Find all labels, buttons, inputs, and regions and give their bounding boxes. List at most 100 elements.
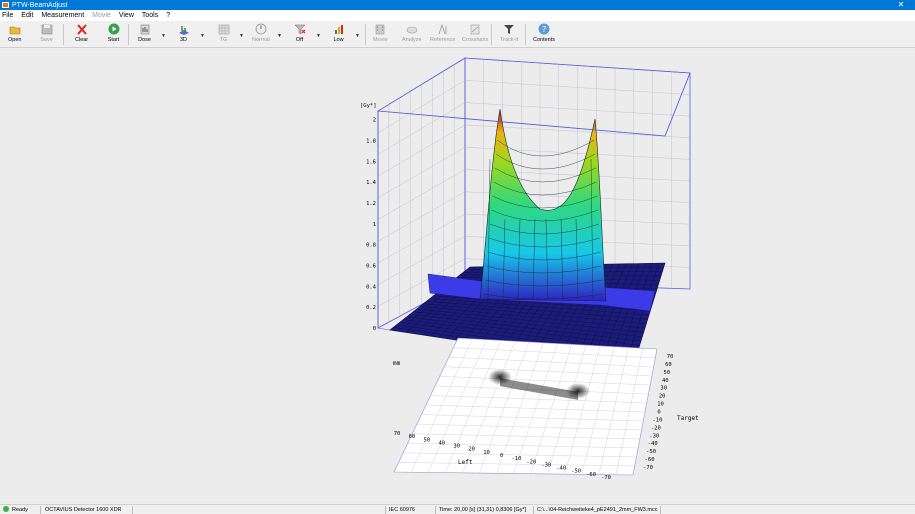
- target-tick-label: 30: [660, 386, 667, 392]
- clear-label: Clear: [75, 37, 89, 43]
- reference-label: Reference: [430, 37, 456, 43]
- left-tick-label: 50: [424, 437, 431, 443]
- menu-bar: File Edit Measurement Movie View Tools ?: [0, 10, 915, 21]
- left-tick-label: 10: [483, 450, 490, 456]
- movie-button[interactable]: Movie: [373, 23, 388, 47]
- menu-view[interactable]: View: [119, 12, 134, 19]
- target-tick-label: -50: [646, 449, 656, 455]
- z-tick-label: 0.6: [366, 264, 376, 270]
- off-button[interactable]: Off: [293, 23, 306, 47]
- toolbar-separator: [491, 24, 492, 45]
- view-3d-label: 3D: [179, 37, 188, 43]
- tg-button[interactable]: TG: [217, 23, 230, 47]
- filter-off-icon: [293, 23, 306, 35]
- toolbar-separator: [63, 24, 64, 45]
- menu-help[interactable]: ?: [166, 12, 170, 19]
- left-tick-label: -10: [511, 456, 521, 462]
- left-tick-label: -60: [586, 472, 596, 478]
- z-tick-label: 0.2: [366, 305, 376, 311]
- status-divider: [660, 506, 661, 514]
- z-tick-label: 1.2: [366, 201, 376, 207]
- clear-button[interactable]: Clear: [75, 23, 88, 47]
- normal-button[interactable]: Normal: [252, 23, 270, 47]
- plot-canvas[interactable]: [Gy*] 0 0.2 0.4 0.6 0.8 1 1.2 1.4 1.6 1.8 2 mm Lef…: [0, 49, 915, 503]
- left-tick-label: -50: [571, 469, 581, 475]
- normal-label: Normal: [252, 37, 270, 43]
- target-tick-label: -10: [652, 417, 662, 423]
- status-time: Time: 20,00 [s] (31,31) 0,8306 [Gy*]: [439, 507, 527, 513]
- status-divider: [132, 506, 133, 514]
- level-icon: [332, 23, 345, 35]
- toolbar: Open Save Clear Start Dose ▼ 3D ▼ TG ▼ N…: [0, 21, 915, 48]
- status-divider: [40, 506, 41, 514]
- off-label: Off: [295, 37, 304, 43]
- gauge-icon: [254, 23, 267, 35]
- view-3d-dropdown-arrow[interactable]: ▼: [200, 33, 205, 39]
- grid-icon: [217, 23, 230, 35]
- left-tick-label: 20: [468, 447, 475, 453]
- menu-tools[interactable]: Tools: [142, 12, 158, 19]
- target-tick-label: 70: [667, 354, 674, 360]
- tg-label: TG: [219, 37, 228, 43]
- target-tick-label: 0: [657, 410, 660, 416]
- toolbar-separator: [525, 24, 526, 45]
- title-bar: PTW-BeamAdjust ✕: [0, 0, 915, 10]
- target-tick-label: -60: [645, 457, 655, 463]
- film-icon: [374, 23, 387, 35]
- svg-text:?: ?: [542, 25, 547, 34]
- track-it-button[interactable]: Track-it: [500, 23, 518, 47]
- dose-button[interactable]: Dose: [138, 23, 151, 47]
- status-divider: [435, 506, 436, 514]
- menu-movie[interactable]: Movie: [92, 12, 111, 19]
- analyze-button[interactable]: Analyze: [402, 23, 422, 47]
- crosshairs-icon: [469, 23, 482, 35]
- reference-button[interactable]: Reference: [430, 23, 455, 47]
- window-title: PTW-BeamAdjust: [12, 1, 68, 9]
- z-tick-label: 1: [373, 222, 376, 228]
- mm-axis-label: mm: [393, 360, 401, 367]
- tg-dropdown-arrow[interactable]: ▼: [239, 33, 244, 39]
- off-dropdown-arrow[interactable]: ▼: [316, 33, 321, 39]
- dose-dropdown-arrow[interactable]: ▼: [161, 33, 166, 39]
- target-tick-label: 40: [662, 378, 669, 384]
- target-tick-label: 50: [664, 370, 671, 376]
- target-tick-label: -30: [649, 433, 659, 439]
- left-tick-label: -30: [541, 462, 551, 468]
- crosshairs-button[interactable]: Crosshairs: [462, 23, 488, 47]
- left-tick-label: -20: [526, 459, 536, 465]
- left-tick-label: 0: [500, 453, 503, 459]
- open-label: Open: [8, 37, 22, 43]
- dose-icon: [138, 23, 151, 35]
- analyze-icon: [405, 23, 418, 35]
- left-axis-label: Left: [458, 459, 473, 466]
- movie-label: Movie: [373, 37, 388, 43]
- left-tick-label: 40: [438, 440, 445, 446]
- floor-projection-plane: [393, 337, 658, 476]
- z-axis-ticks: 0 0.2 0.4 0.6 0.8 1 1.2 1.4 1.6 1.8 2: [366, 118, 377, 332]
- menu-edit[interactable]: Edit: [21, 12, 33, 19]
- low-label: Low: [333, 37, 344, 43]
- save-button[interactable]: Save: [40, 23, 53, 47]
- low-button[interactable]: Low: [332, 23, 345, 47]
- z-tick-label: 1.4: [366, 180, 377, 186]
- menu-file[interactable]: File: [2, 12, 13, 19]
- folder-open-icon: [8, 23, 21, 35]
- app-icon: [2, 2, 9, 8]
- dose-3d-plot[interactable]: [Gy*] 0 0.2 0.4 0.6 0.8 1 1.2 1.4 1.6 1.8 2 mm Lef…: [0, 49, 915, 503]
- low-dropdown-arrow[interactable]: ▼: [355, 33, 360, 39]
- z-tick-label: 0.4: [366, 284, 377, 290]
- 3d-view-icon: [177, 23, 190, 35]
- open-button[interactable]: Open: [8, 23, 21, 47]
- status-iec: IEC 60976: [389, 507, 415, 513]
- analyze-label: Analyze: [402, 37, 422, 43]
- target-tick-label: -70: [643, 465, 653, 471]
- normal-dropdown-arrow[interactable]: ▼: [277, 33, 282, 39]
- view-3d-button[interactable]: 3D: [177, 23, 190, 47]
- left-tick-label: -70: [601, 475, 611, 481]
- target-tick-label: 20: [659, 394, 666, 400]
- menu-measurement[interactable]: Measurement: [41, 12, 84, 19]
- target-tick-label: -40: [648, 441, 658, 447]
- contents-button[interactable]: ? Contents: [533, 23, 555, 47]
- close-window-button[interactable]: ✕: [887, 0, 915, 10]
- start-button[interactable]: Start: [107, 23, 120, 47]
